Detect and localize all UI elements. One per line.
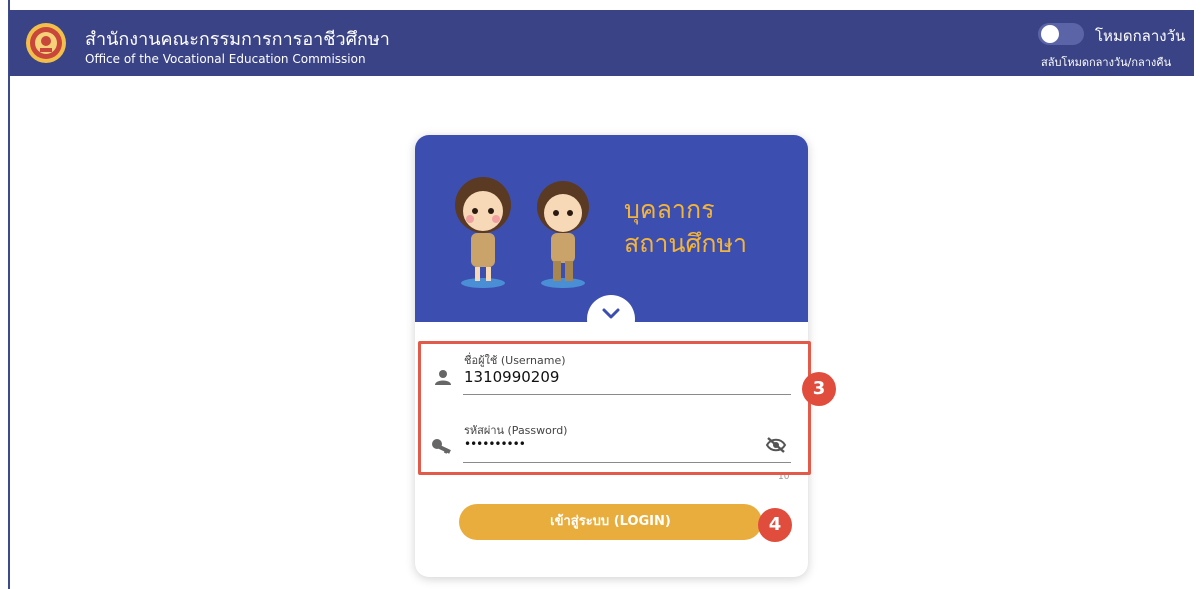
staff-characters-illustration (455, 177, 589, 288)
step-marker-4: 4 (758, 508, 792, 542)
day-night-toggle[interactable] (1038, 23, 1084, 45)
top-bar: สำนักงานคณะกรรมการการอาชีวศึกษา Office o… (9, 10, 1194, 76)
card-title-line2: สถานศึกษา (624, 229, 748, 258)
card-title-line1: บุคลากร (624, 195, 715, 224)
mode-label: โหมดกลางวัน (1095, 27, 1186, 45)
org-name-english: Office of the Vocational Education Commi… (85, 52, 366, 66)
toggle-knob (1041, 25, 1059, 43)
login-button[interactable]: เข้าสู่ระบบ (LOGIN) (459, 504, 762, 540)
fields-highlight-box (418, 341, 811, 475)
expand-chevron-button[interactable] (587, 295, 635, 343)
page-left-border (8, 0, 10, 589)
ovec-logo-icon (26, 23, 66, 63)
card-title: บุคลากร สถานศึกษา (624, 193, 747, 261)
card-banner: บุคลากร สถานศึกษา (415, 135, 808, 322)
step-marker-3: 3 (802, 372, 836, 406)
mode-hint: สลับโหมดกลางวัน/กลางคืน (1041, 56, 1172, 69)
chevron-down-icon (602, 308, 620, 319)
org-name-thai: สำนักงานคณะกรรมการการอาชีวศึกษา (85, 29, 390, 50)
